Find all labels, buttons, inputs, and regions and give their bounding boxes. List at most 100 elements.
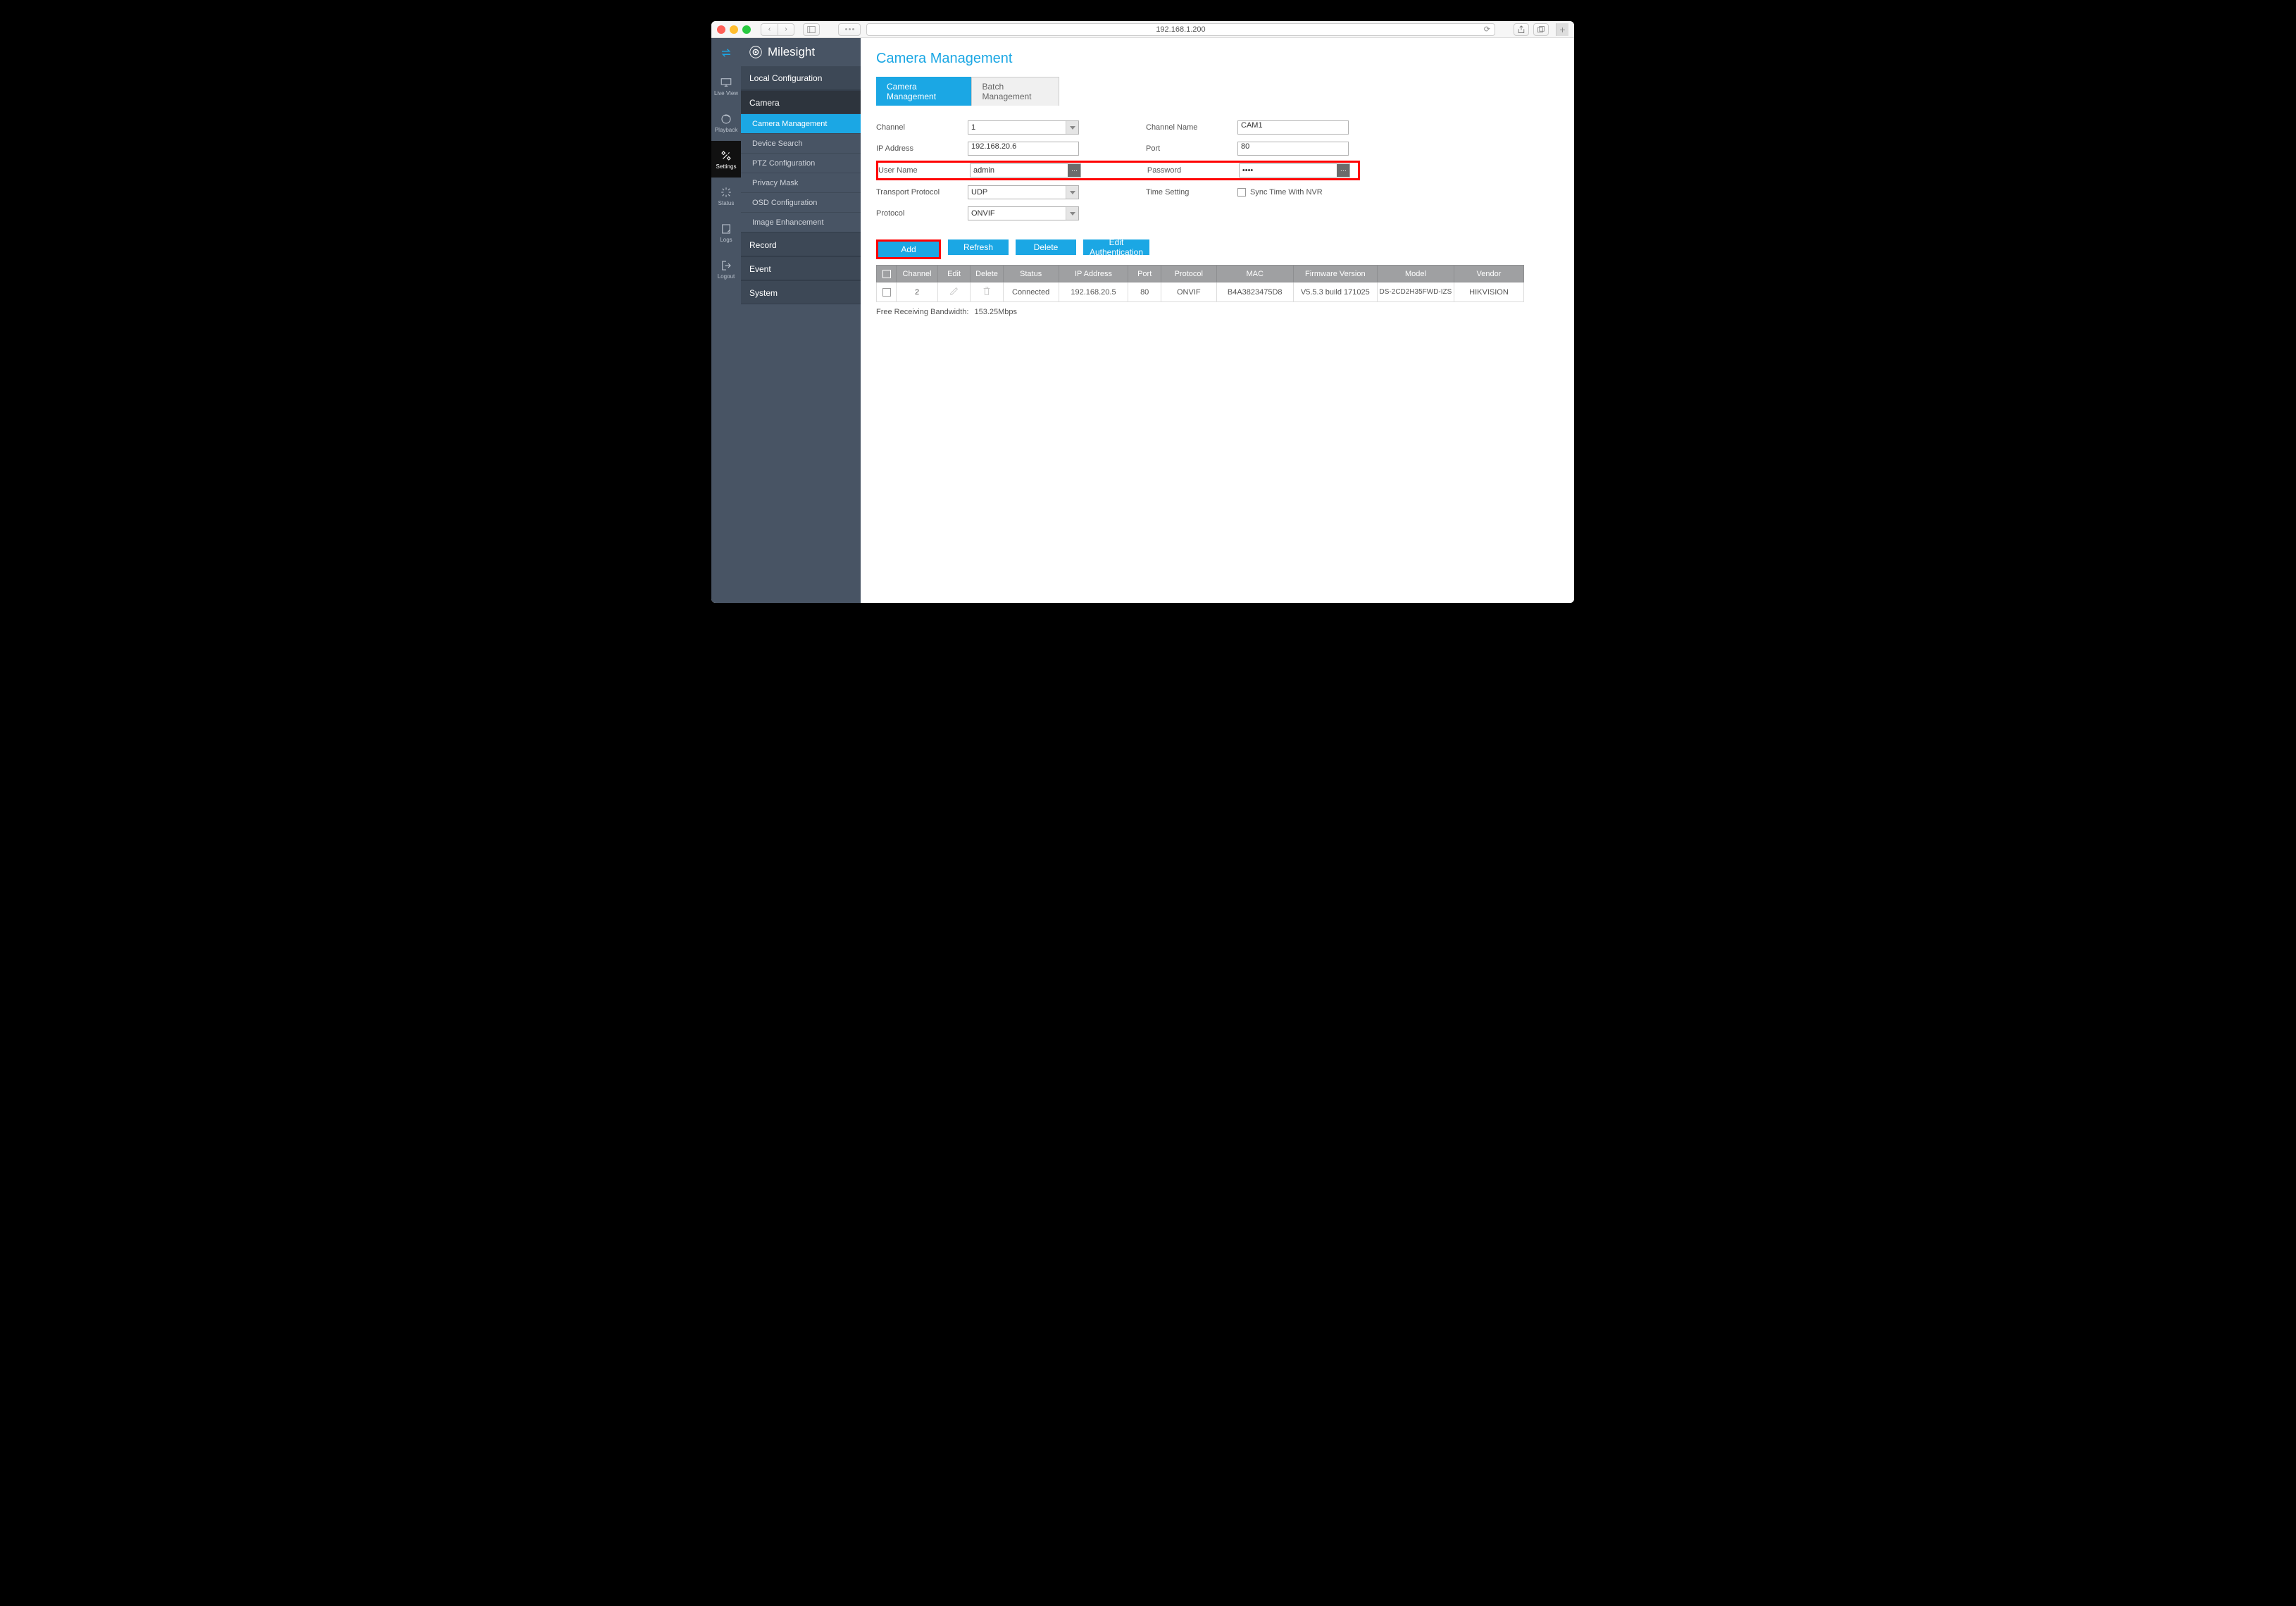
pencil-icon xyxy=(949,286,959,296)
label-channel-name: Channel Name xyxy=(1146,123,1237,132)
menu-sub-privacy[interactable]: Privacy Mask xyxy=(741,173,861,193)
tab-batch-management[interactable]: Batch Management xyxy=(971,77,1059,106)
cell-edit[interactable] xyxy=(937,282,970,302)
cell-model: DS-2CD2H35FWD-IZS xyxy=(1377,282,1454,302)
input-username[interactable]: admin⋯ xyxy=(970,163,1081,178)
delete-button[interactable]: Delete xyxy=(1016,239,1076,255)
menu-sub-device-search[interactable]: Device Search xyxy=(741,134,861,154)
checkbox-icon xyxy=(1237,188,1246,197)
input-port[interactable]: 80 xyxy=(1237,142,1349,156)
keypad-icon[interactable]: ⋯ xyxy=(1337,164,1349,177)
app-window: ‹ › 192.168.1.200 ⟳ + xyxy=(711,21,1574,603)
url-text: 192.168.1.200 xyxy=(1156,25,1205,34)
reload-icon[interactable]: ⟳ xyxy=(1484,25,1490,34)
th-ip: IP Address xyxy=(1059,266,1128,282)
cell-select[interactable] xyxy=(877,282,897,302)
logs-icon xyxy=(720,223,732,235)
sidebar-item-liveview[interactable]: Live View xyxy=(711,68,741,104)
bandwidth-label: Free Receiving Bandwidth: xyxy=(876,308,968,316)
sidebar-item-logs[interactable]: Logs xyxy=(711,214,741,251)
select-transport[interactable]: UDP xyxy=(968,185,1079,199)
sidebar-item-swap[interactable] xyxy=(711,38,741,68)
input-channel-name[interactable]: CAM1 xyxy=(1237,120,1349,135)
tabs-button[interactable] xyxy=(1533,23,1549,36)
label-channel: Channel xyxy=(876,123,968,132)
sidebar-item-settings[interactable]: Settings xyxy=(711,141,741,178)
input-password[interactable]: ••••⋯ xyxy=(1239,163,1350,178)
refresh-button[interactable]: Refresh xyxy=(948,239,1009,255)
label-password: Password xyxy=(1147,166,1239,175)
tab-camera-management[interactable]: Camera Management xyxy=(876,77,971,106)
add-button[interactable]: Add xyxy=(878,242,939,257)
close-window-button[interactable] xyxy=(717,25,725,34)
cell-status: Connected xyxy=(1003,282,1059,302)
menu-sub-osd[interactable]: OSD Configuration xyxy=(741,193,861,213)
trash-icon xyxy=(982,286,992,296)
th-protocol: Protocol xyxy=(1161,266,1216,282)
th-port: Port xyxy=(1128,266,1161,282)
sidebar-toggle-button[interactable] xyxy=(803,23,820,36)
cell-port: 80 xyxy=(1128,282,1161,302)
menu-event[interactable]: Event xyxy=(741,256,861,280)
menu-system[interactable]: System xyxy=(741,280,861,304)
panel-icon xyxy=(807,25,816,34)
window-controls xyxy=(717,25,751,34)
select-protocol[interactable]: ONVIF xyxy=(968,206,1079,220)
checkbox-label: Sync Time With NVR xyxy=(1250,188,1323,197)
edit-auth-button[interactable]: Edit Authentication xyxy=(1083,239,1149,255)
th-delete: Delete xyxy=(971,266,1003,282)
camera-form: Channel 1 Channel Name CAM1 IP Address 1… xyxy=(876,118,1559,223)
reader-button[interactable] xyxy=(838,23,861,36)
minimize-window-button[interactable] xyxy=(730,25,738,34)
menu-local-config[interactable]: Local Configuration xyxy=(741,66,861,90)
menu-camera[interactable]: Camera xyxy=(741,90,861,114)
sidebar-item-playback[interactable]: Playback xyxy=(711,104,741,141)
th-channel: Channel xyxy=(897,266,938,282)
th-mac: MAC xyxy=(1216,266,1293,282)
table-header-row: Channel Edit Delete Status IP Address Po… xyxy=(877,266,1524,282)
cell-ip: 192.168.20.5 xyxy=(1059,282,1128,302)
maximize-window-button[interactable] xyxy=(742,25,751,34)
address-bar[interactable]: 192.168.1.200 ⟳ xyxy=(866,23,1495,36)
cell-delete[interactable] xyxy=(971,282,1003,302)
new-tab-button[interactable]: + xyxy=(1556,23,1568,36)
sidebar-label: Logs xyxy=(720,237,732,243)
menu-record[interactable]: Record xyxy=(741,232,861,256)
chevron-down-icon xyxy=(1066,207,1078,220)
forward-button[interactable]: › xyxy=(778,23,794,36)
chevron-down-icon xyxy=(1066,186,1078,199)
brand: Milesight xyxy=(741,38,861,66)
menu-sub-image[interactable]: Image Enhancement xyxy=(741,213,861,232)
camera-table: Channel Edit Delete Status IP Address Po… xyxy=(876,265,1524,302)
cell-fw: V5.5.3 build 171025 xyxy=(1293,282,1377,302)
sidebar-item-status[interactable]: Status xyxy=(711,178,741,214)
checkbox-sync-time[interactable]: Sync Time With NVR xyxy=(1237,188,1323,197)
label-transport: Transport Protocol xyxy=(876,188,968,197)
sidebar-label: Logout xyxy=(718,273,735,280)
logout-icon xyxy=(720,259,732,272)
chevron-down-icon xyxy=(1066,121,1078,134)
page-title: Camera Management xyxy=(876,51,1559,67)
share-button[interactable] xyxy=(1514,23,1529,36)
label-username: User Name xyxy=(878,166,970,175)
back-button[interactable]: ‹ xyxy=(761,23,778,36)
tabs-icon xyxy=(1537,25,1545,34)
tabs: Camera Management Batch Management xyxy=(876,77,1059,106)
icon-sidebar: Live View Playback Settings Status Logs … xyxy=(711,38,741,603)
keypad-icon[interactable]: ⋯ xyxy=(1068,164,1080,177)
monitor-icon xyxy=(720,76,732,89)
menu-sub-camera-management[interactable]: Camera Management xyxy=(741,114,861,134)
sidebar-label: Status xyxy=(718,200,735,206)
th-model: Model xyxy=(1377,266,1454,282)
checkbox-icon xyxy=(882,270,891,278)
th-select[interactable] xyxy=(877,266,897,282)
main-content: Camera Management Camera Management Batc… xyxy=(861,38,1574,603)
input-ip[interactable]: 192.168.20.6 xyxy=(968,142,1079,156)
menu-sub-ptz[interactable]: PTZ Configuration xyxy=(741,154,861,173)
table-row[interactable]: 2 Connected 192.168.20.5 80 ONVIF B4A382… xyxy=(877,282,1524,302)
select-channel[interactable]: 1 xyxy=(968,120,1079,135)
sidebar-item-logout[interactable]: Logout xyxy=(711,251,741,287)
label-ip: IP Address xyxy=(876,144,968,153)
titlebar: ‹ › 192.168.1.200 ⟳ + xyxy=(711,21,1574,38)
share-icon xyxy=(1517,25,1526,34)
